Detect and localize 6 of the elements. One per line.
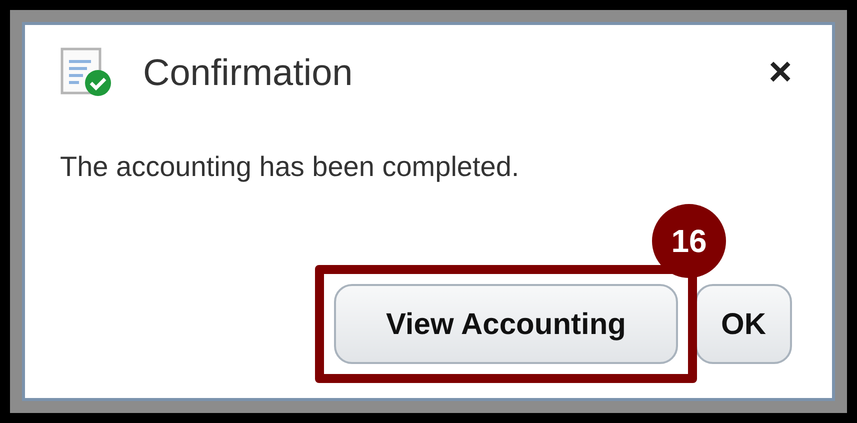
- dialog-message: The accounting has been completed.: [60, 150, 520, 184]
- dialog-button[interactable]: View Accounting: [334, 284, 678, 364]
- dialog-title: Confirmation: [143, 54, 353, 90]
- dialog-button[interactable]: OK: [695, 284, 792, 364]
- document-check-icon: [60, 47, 114, 97]
- close-button[interactable]: ×: [768, 52, 792, 92]
